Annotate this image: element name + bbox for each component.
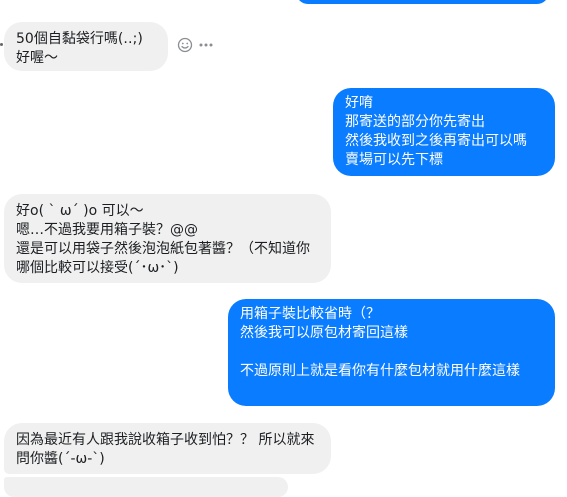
message-bubble-incoming[interactable]: 好o( ` ω´ )o 可以～ 嗯…不過我要用箱子裝？@@ 還是可以用袋子然後泡… (4, 194, 331, 283)
message-bubble-outgoing[interactable]: 用箱子裝比較省時（？ 然後我可以原包材寄回這樣 不過原則上就是看你有什麼包材就用… (228, 299, 555, 406)
message-bubble-incoming[interactable]: 因為最近有人跟我說收箱子收到怕？？ 所以就來問你醬(´-ω-`) (4, 423, 331, 474)
message-bubble-outgoing[interactable]: 好唷 那寄送的部分你先寄出 然後我收到之後再寄出可以嗎 賣場可以先下標 (333, 88, 555, 176)
message-marker-dot (0, 43, 3, 46)
message-bubble-incoming[interactable]: 50個自黏袋行嗎(‥;) 好喔～ (4, 22, 168, 71)
more-options-icon[interactable] (199, 43, 213, 47)
message-actions (177, 37, 213, 53)
message-bubble-incoming-partial (4, 477, 288, 497)
smiley-icon[interactable] (177, 37, 193, 53)
message-bubble-outgoing-partial (296, 0, 549, 4)
